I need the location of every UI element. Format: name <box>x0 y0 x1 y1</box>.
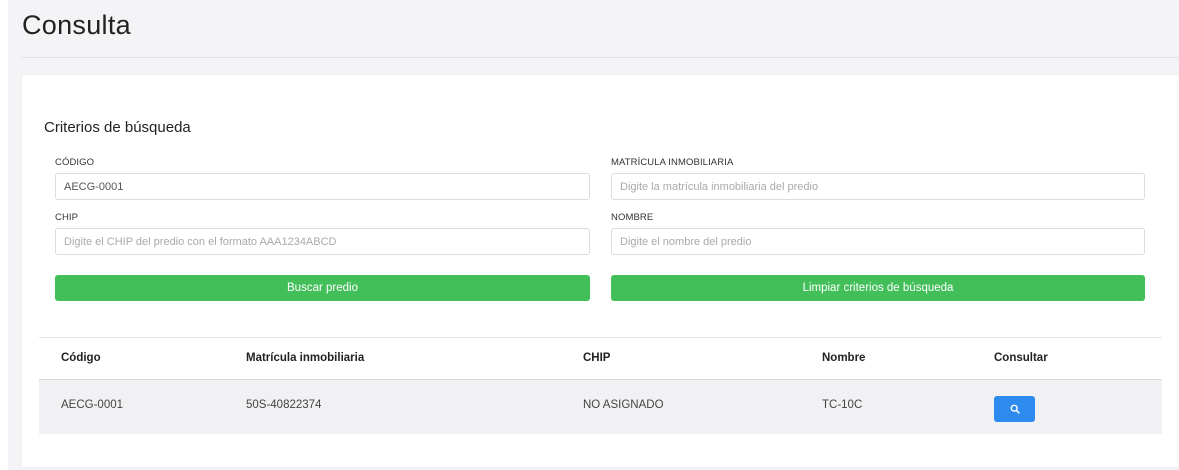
column-header-codigo: Código <box>61 352 101 364</box>
chip-input[interactable] <box>55 228 590 255</box>
column-header-chip: CHIP <box>583 352 611 364</box>
column-header-matricula: Matrícula inmobiliaria <box>246 352 365 364</box>
cell-codigo: AECG-0001 <box>61 399 124 411</box>
nombre-label: NOMBRE <box>611 212 654 223</box>
cell-chip: NO ASIGNADO <box>583 399 664 411</box>
search-card: Criterios de búsqueda CÓDIGO MATRÍCULA I… <box>22 75 1179 467</box>
page-title: Consulta <box>22 10 131 40</box>
left-edge-strip <box>0 0 8 470</box>
table-row: AECG-0001 50S-40822374 NO ASIGNADO TC-10… <box>39 380 1162 434</box>
consultar-button[interactable] <box>994 396 1035 422</box>
chip-label: CHIP <box>55 212 79 223</box>
table-header: Código Matrícula inmobiliaria CHIP Nombr… <box>39 338 1162 380</box>
column-header-consultar: Consultar <box>994 352 1048 364</box>
codigo-input[interactable] <box>55 173 590 200</box>
results-table: Código Matrícula inmobiliaria CHIP Nombr… <box>39 337 1162 434</box>
search-button[interactable]: Buscar predio <box>55 275 590 301</box>
cell-nombre: TC-10C <box>822 399 863 411</box>
cell-matricula: 50S-40822374 <box>246 399 322 411</box>
nombre-input[interactable] <box>611 228 1145 255</box>
codigo-label: CÓDIGO <box>55 157 95 168</box>
column-header-nombre: Nombre <box>822 352 866 364</box>
matricula-input[interactable] <box>611 173 1145 200</box>
matricula-label: MATRÍCULA INMOBILIARIA <box>611 157 734 168</box>
clear-criteria-button[interactable]: Limpiar criterios de búsqueda <box>611 275 1145 301</box>
section-title: Criterios de búsqueda <box>44 119 191 136</box>
search-icon <box>1010 404 1020 414</box>
title-divider <box>22 57 1179 58</box>
